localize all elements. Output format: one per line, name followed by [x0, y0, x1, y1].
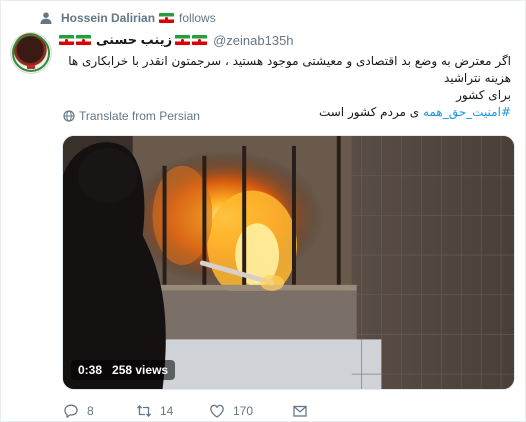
iran-flag-emoji: [59, 35, 74, 45]
like-button[interactable]: 170: [209, 402, 292, 420]
iran-flag-emoji: [175, 35, 191, 45]
direct-message-button[interactable]: [292, 402, 312, 420]
retweet-icon: [136, 405, 152, 417]
video-view-count: 258 views: [112, 363, 169, 377]
iran-flag-emoji: [192, 35, 208, 45]
person-icon: [40, 12, 52, 24]
tweet-text-line: اگر معترض به وضع بد اقتصادی و معیشتی موج…: [68, 54, 511, 85]
globe-icon: [63, 110, 75, 122]
iran-flag-emoji: [159, 13, 175, 23]
video-info-badge: 0:38 258 views: [71, 360, 176, 380]
video-frame: [63, 136, 514, 389]
author-display-name[interactable]: زینب حسنی: [96, 32, 172, 48]
message-icon: [293, 405, 307, 417]
video-duration: 0:38: [78, 363, 103, 377]
retweet-count: 14: [160, 404, 174, 418]
translate-link[interactable]: Translate from Persian: [63, 109, 200, 123]
translate-label: Translate from Persian: [79, 109, 200, 123]
context-user-name[interactable]: Hossein Dalirian: [61, 11, 155, 25]
tweet-header: زینب حسنی @zeinab135h: [59, 32, 294, 48]
tweet-text-line: برای کشور: [456, 88, 511, 102]
context-action: follows: [179, 11, 216, 25]
like-icon: [210, 404, 224, 418]
avatar-emblem: [27, 65, 35, 69]
reply-icon: [64, 404, 78, 418]
tweet-actions: 8 14 170: [63, 402, 312, 420]
like-count: 170: [233, 404, 254, 418]
avatar[interactable]: [10, 32, 52, 74]
video-player[interactable]: 0:38 258 views: [62, 135, 515, 390]
iran-flag-emoji: [76, 35, 91, 45]
tweet-card[interactable]: Hossein Dalirian follows زینب حسنی @zein…: [0, 0, 526, 422]
hashtag-link[interactable]: #امنیت_حق_همه: [423, 105, 511, 119]
reply-count: 8: [87, 404, 94, 418]
reply-button[interactable]: 8: [63, 402, 136, 420]
tweet-text-rest: ی مردم کشور است: [318, 105, 420, 119]
author-handle[interactable]: @zeinab135h: [213, 33, 293, 48]
social-context: Hossein Dalirian follows: [39, 10, 216, 26]
retweet-button[interactable]: 14: [136, 402, 209, 420]
